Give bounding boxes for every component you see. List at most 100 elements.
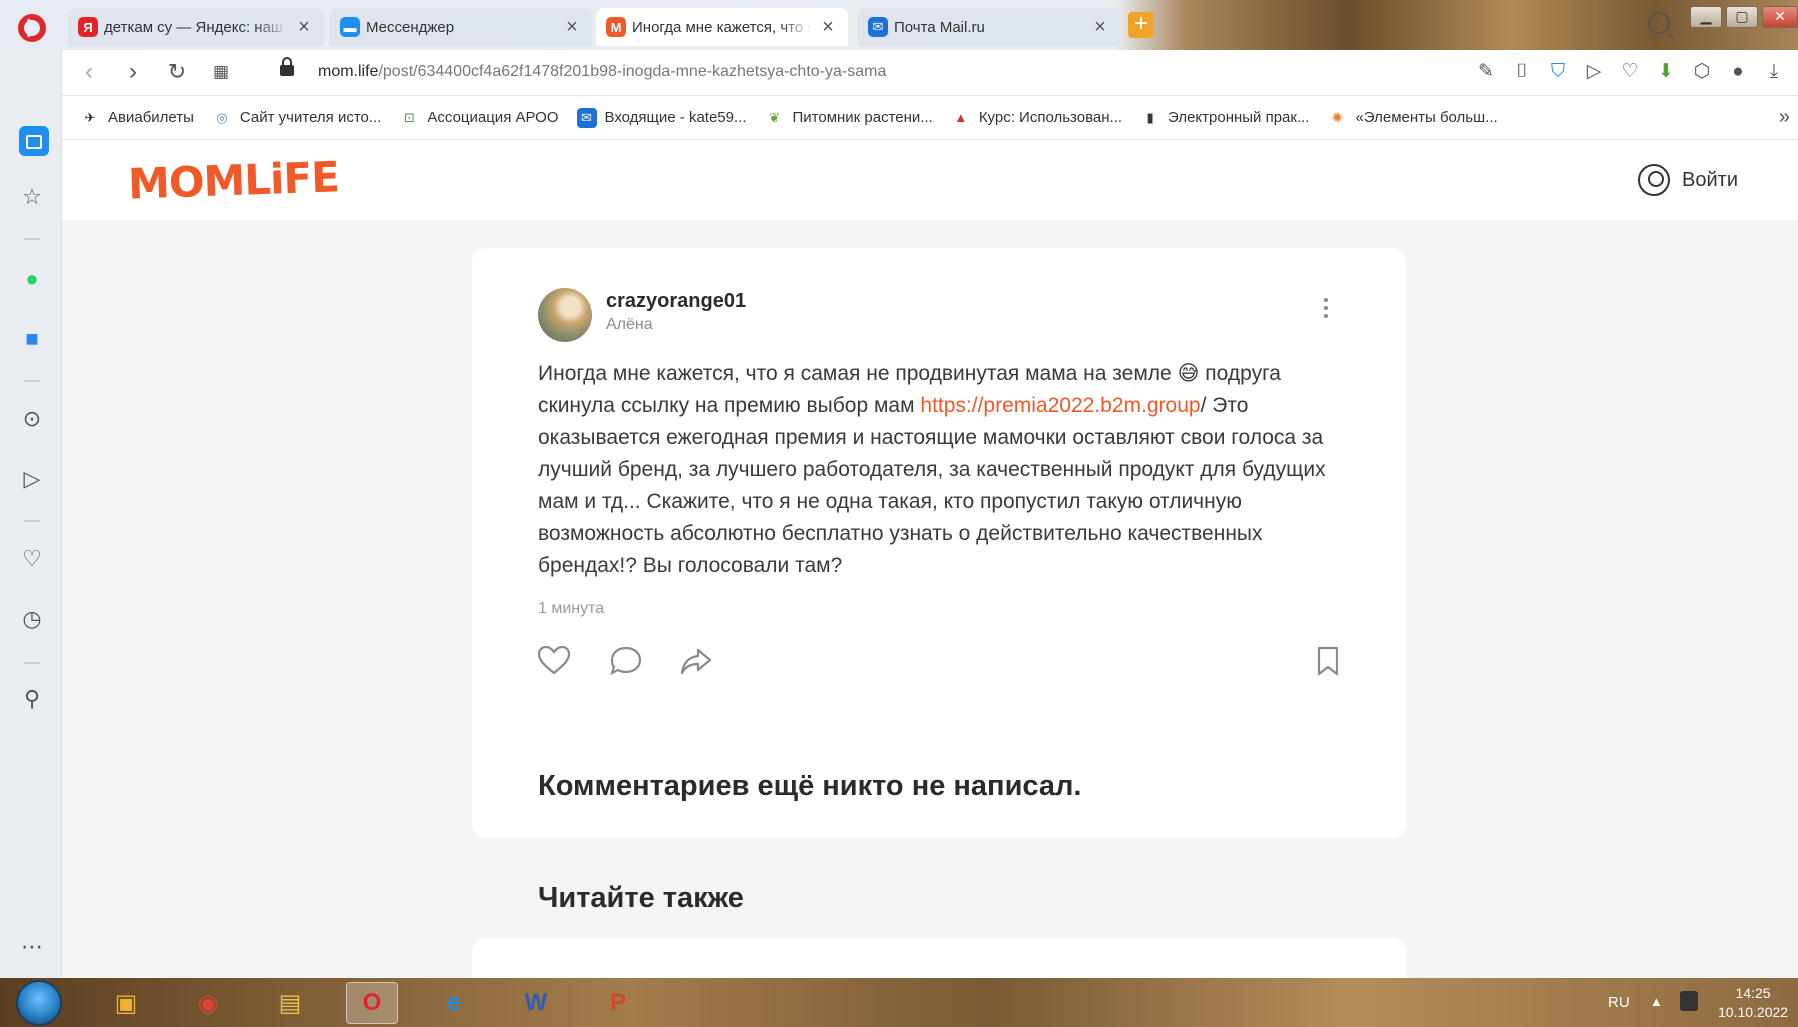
like-icon[interactable] xyxy=(536,643,572,679)
whatsapp-icon[interactable]: ● xyxy=(19,266,45,292)
heart-icon[interactable]: ♡ xyxy=(1618,60,1642,84)
bookmark-icon[interactable] xyxy=(1310,643,1346,679)
opera-taskbar-icon[interactable]: O xyxy=(346,982,398,1024)
speed-dial-icon[interactable]: ☆ xyxy=(19,184,45,210)
lock-icon[interactable] xyxy=(280,57,294,76)
powerpoint-icon[interactable]: P xyxy=(592,982,644,1024)
bookmark-item[interactable]: ✈ Авиабилеты xyxy=(80,108,194,128)
bookmark-item[interactable]: ▮ Электронный прак... xyxy=(1140,108,1309,128)
tray-app-icon[interactable] xyxy=(1680,991,1698,1011)
tab-messenger[interactable]: ▬ Мессенджер × xyxy=(330,8,592,46)
history-icon[interactable]: ◷ xyxy=(19,606,45,632)
bookmark-label: Курс: Использован... xyxy=(978,109,1123,126)
bookmark-item[interactable]: ✉ Входящие - kate59... xyxy=(576,107,747,128)
globe-icon: ◎ xyxy=(216,109,228,125)
forward-button[interactable]: › xyxy=(120,60,146,86)
post-time: 1 минута xyxy=(538,600,605,617)
vpn-shield-icon[interactable]: ⛉ xyxy=(1546,60,1570,84)
read-also-heading: Читайте также xyxy=(538,882,744,914)
internet-explorer-icon[interactable]: e xyxy=(428,982,480,1024)
tab-search-icon[interactable] xyxy=(1648,12,1670,34)
momlife-icon: M xyxy=(606,17,626,37)
author-name: Алёна xyxy=(606,316,653,333)
media-player-icon[interactable]: ▣ xyxy=(100,982,152,1024)
close-icon[interactable]: × xyxy=(1090,16,1110,39)
cube-icon[interactable]: ⬡ xyxy=(1690,60,1714,84)
author-username[interactable]: crazyorange01 xyxy=(606,290,746,313)
system-clock[interactable]: 14:25 10.10.2022 xyxy=(1718,984,1788,1022)
url-field[interactable]: mom.life/post/634400cf4a62f1478f201b98-i… xyxy=(318,63,886,81)
heart-icon[interactable]: ♡ xyxy=(19,546,45,572)
login-button[interactable]: Войти xyxy=(1638,164,1738,196)
bookmark-item[interactable]: ❦ Питомник растени... xyxy=(765,108,933,128)
share-icon[interactable] xyxy=(678,643,714,679)
avatar[interactable] xyxy=(538,288,592,342)
bookmark-label: Питомник растени... xyxy=(792,109,933,126)
send-icon[interactable]: ▷ xyxy=(19,466,45,492)
tab-momlife-post[interactable]: M Иногда мне кажется, что я × xyxy=(596,8,848,46)
mail-icon: ✉ xyxy=(868,17,888,37)
url-path: /post/634400cf4a62f1478f201b98-inogda-mn… xyxy=(378,63,887,80)
address-bar: ‹ › ↻ ▦ mom.life/post/634400cf4a62f1478f… xyxy=(62,50,1798,96)
send-icon[interactable]: ▷ xyxy=(1582,60,1606,84)
clock-date: 10.10.2022 xyxy=(1718,1004,1789,1020)
bookmark-label: Сайт учителя исто... xyxy=(239,109,382,126)
profile-icon[interactable]: ● xyxy=(1726,60,1750,84)
close-icon[interactable]: × xyxy=(562,16,582,39)
clock-time: 14:25 xyxy=(1735,985,1771,1001)
plane-icon: ✈ xyxy=(84,109,96,125)
comment-icon[interactable] xyxy=(608,643,644,679)
post-link[interactable]: https://premia2022.b2m.group xyxy=(920,394,1200,417)
vk-icon[interactable]: ■ xyxy=(19,326,45,352)
user-icon xyxy=(1638,164,1671,196)
url-host: mom.life xyxy=(318,63,379,80)
start-button[interactable] xyxy=(16,980,62,1026)
word-icon[interactable]: W xyxy=(510,982,562,1024)
tabs-grid-icon[interactable]: ▦ xyxy=(208,60,234,86)
chrome-icon[interactable]: ◉ xyxy=(182,982,234,1024)
tray-expand-icon[interactable]: ▲ xyxy=(1650,994,1663,1009)
lightbulb-icon[interactable]: ⚲ xyxy=(19,686,45,712)
address-bar-actions: ✎ ⌷ ⛉ ▷ ♡ ⬇ ⬡ ● ⤓ xyxy=(1474,60,1786,84)
bookmark-item[interactable]: ⊡ Ассоциация АРОО xyxy=(399,108,559,128)
no-comments-text: Комментариев ещё никто не написал. xyxy=(538,770,1082,802)
close-icon[interactable]: × xyxy=(294,16,314,39)
windows-taskbar: ▣ ◉ ▤ O e W P RU ▲ 14:25 10.10.2022 xyxy=(0,978,1798,1027)
site-header: MOMLiFE Войти xyxy=(62,140,1798,220)
home-icon[interactable] xyxy=(19,126,49,156)
reload-button[interactable]: ↻ xyxy=(164,60,190,86)
download-arrow-icon[interactable]: ⬇ xyxy=(1654,60,1678,84)
course-icon: ▲ xyxy=(954,110,968,125)
sidebar-divider xyxy=(24,520,40,522)
back-button[interactable]: ‹ xyxy=(76,60,102,86)
tab-title: Почта Mail.ru xyxy=(894,18,985,36)
opera-sidebar: ☆ ● ■ ⊙ ▷ ♡ ◷ ⚲ ⋯ xyxy=(0,50,62,978)
document-icon: ▮ xyxy=(1146,109,1154,125)
bookmark-item[interactable]: ✺ «Элементы больш... xyxy=(1327,108,1498,128)
maximize-button[interactable]: ▢ xyxy=(1726,6,1758,28)
explorer-folder-icon[interactable]: ▤ xyxy=(264,982,316,1024)
edit-icon[interactable]: ✎ xyxy=(1474,60,1498,84)
sidebar-divider xyxy=(24,380,40,382)
browser-tab-strip: Я деткам су — Яндекс: наш × ▬ Мессенджер… xyxy=(0,0,1798,50)
player-icon[interactable]: ⊙ xyxy=(19,406,45,432)
camera-icon[interactable]: ⌷ xyxy=(1510,60,1534,84)
more-options-icon[interactable] xyxy=(1324,298,1328,318)
opera-menu-icon[interactable] xyxy=(18,14,46,42)
new-tab-button[interactable]: + xyxy=(1128,12,1154,38)
bookmark-item[interactable]: ◎ Сайт учителя исто... xyxy=(212,108,381,128)
close-icon[interactable]: × xyxy=(818,16,838,39)
tab-mail[interactable]: ✉ Почта Mail.ru × xyxy=(858,8,1120,46)
close-window-button[interactable]: ✕ xyxy=(1762,6,1798,28)
more-icon[interactable]: ⋯ xyxy=(19,934,45,960)
downloads-icon[interactable]: ⤓ xyxy=(1762,60,1786,84)
tab-yandex[interactable]: Я деткам су — Яндекс: наш × xyxy=(68,8,324,46)
bookmark-item[interactable]: ▲ Курс: Использован... xyxy=(951,108,1122,128)
bookmarks-bar: ✈ Авиабилеты ◎ Сайт учителя исто... ⊡ Ассоц… xyxy=(62,96,1798,140)
yandex-icon: Я xyxy=(78,17,98,37)
more-bookmarks-icon[interactable]: » xyxy=(1779,106,1790,129)
momlife-logo[interactable]: MOMLiFE xyxy=(127,152,339,208)
language-indicator[interactable]: RU xyxy=(1608,994,1630,1011)
minimize-button[interactable]: ▁ xyxy=(1690,6,1722,28)
elements-icon: ✺ xyxy=(1332,109,1343,125)
